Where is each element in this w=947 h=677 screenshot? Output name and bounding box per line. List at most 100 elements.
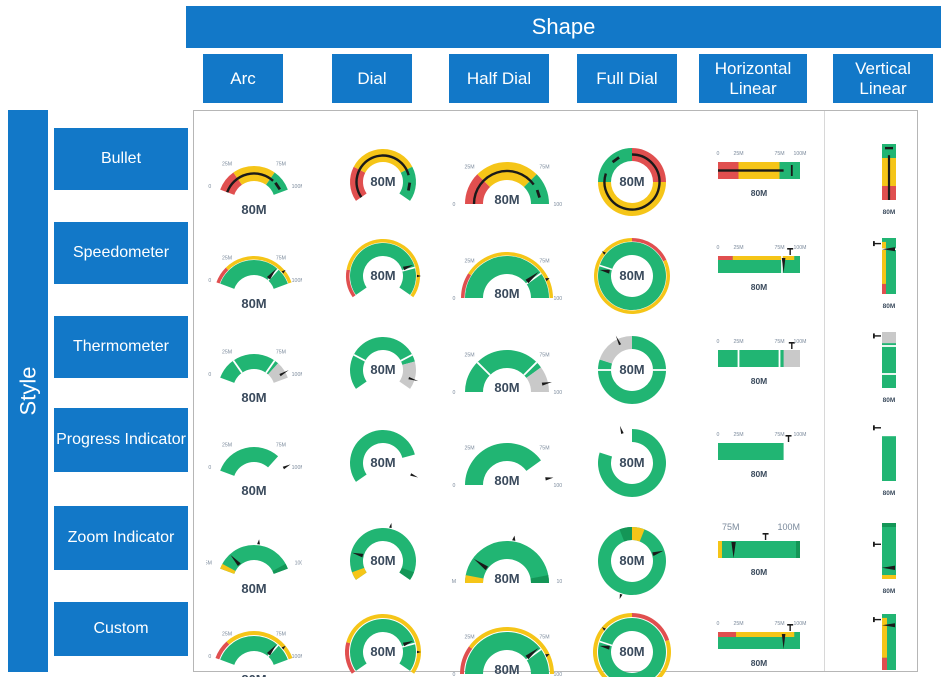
svg-text:75M: 75M bbox=[539, 353, 549, 359]
gauge-bullet-full-dial[interactable]: 80M bbox=[584, 142, 680, 222]
column-header-half-dial: Half Dial bbox=[449, 54, 549, 103]
svg-text:100M: 100M bbox=[777, 522, 800, 532]
style-row-group-header: Style bbox=[8, 110, 48, 672]
svg-text:100M: 100M bbox=[794, 151, 807, 157]
svg-text:25M: 25M bbox=[733, 151, 743, 157]
svg-text:25M: 25M bbox=[464, 165, 474, 171]
column-header-label: Full Dial bbox=[596, 68, 658, 88]
row-header-label: Zoom Indicator bbox=[67, 528, 175, 546]
row-header-label: Bullet bbox=[100, 149, 142, 167]
gauge-bullet-arc[interactable]: 0 25M 75M 100M 80M bbox=[206, 150, 302, 224]
svg-text:25M: 25M bbox=[222, 442, 232, 448]
svg-text:80M: 80M bbox=[883, 209, 896, 216]
gauge-bullet-h-linear[interactable]: 0 25M 75M 100M 80M bbox=[706, 138, 814, 210]
svg-text:80M: 80M bbox=[619, 644, 644, 659]
svg-text:80M: 80M bbox=[883, 490, 896, 497]
svg-text:80M: 80M bbox=[241, 672, 266, 677]
svg-text:0: 0 bbox=[208, 654, 211, 660]
svg-text:75M: 75M bbox=[276, 349, 286, 355]
shape-header-label: Shape bbox=[531, 13, 596, 39]
svg-text:80M: 80M bbox=[883, 588, 896, 595]
svg-text:25M: 25M bbox=[464, 446, 474, 452]
svg-text:0: 0 bbox=[208, 184, 211, 190]
column-header-label: Vertical Linear bbox=[855, 59, 911, 98]
svg-text:80M: 80M bbox=[619, 553, 644, 568]
svg-text:25M: 25M bbox=[222, 631, 232, 637]
gauge-grid: 0 25M 75M 100M 80M 80M 0 25M 75M 100M 80M 80M 0 25M 75… bbox=[193, 110, 918, 677]
gauge-progress-h-linear[interactable]: 0 25M 75M 100M 80M bbox=[706, 419, 814, 491]
gauge-speedometer-h-linear[interactable]: 0 25M 75M 100M 80M bbox=[706, 232, 814, 304]
svg-text:75M: 75M bbox=[276, 442, 286, 448]
gauge-thermometer-arc[interactable]: 0 25M 75M 100M 80M bbox=[206, 338, 302, 412]
gauge-zoom-full-dial[interactable]: 80M bbox=[584, 521, 680, 601]
gauge-progress-v-linear[interactable]: 80M bbox=[858, 419, 918, 497]
gauge-custom-v-linear[interactable]: 80M bbox=[858, 608, 918, 677]
svg-text:100M: 100M bbox=[554, 202, 562, 208]
gauge-thermometer-half-dial[interactable]: 0 25M 75M 100M 80M bbox=[452, 338, 562, 412]
svg-text:100M: 100M bbox=[794, 621, 807, 627]
column-header-vertical-linear: Vertical Linear bbox=[833, 54, 933, 103]
gauge-zoom-half-dial[interactable]: 75M 100M 80M bbox=[452, 529, 562, 603]
gauge-progress-full-dial[interactable]: 80M bbox=[584, 423, 680, 503]
style-header-label: Style bbox=[15, 366, 41, 416]
row-header-label: Progress Indicator bbox=[56, 430, 186, 448]
gauge-zoom-h-linear[interactable]: 75M 100M 80M bbox=[706, 517, 814, 589]
svg-text:80M: 80M bbox=[751, 469, 768, 479]
gauge-thermometer-dial[interactable]: 80M bbox=[335, 332, 431, 406]
gauge-custom-arc[interactable]: 0 25M 75M 100M 80M bbox=[206, 620, 302, 677]
svg-text:80M: 80M bbox=[241, 581, 266, 596]
gauge-custom-full-dial[interactable]: 80M bbox=[584, 612, 680, 677]
gauge-speedometer-half-dial[interactable]: 0 25M 75M 100M 80M bbox=[452, 244, 562, 318]
gauge-thermometer-full-dial[interactable]: 80M bbox=[584, 330, 680, 410]
gauge-progress-half-dial[interactable]: 0 25M 75M 100M 80M bbox=[452, 431, 562, 505]
svg-text:25M: 25M bbox=[222, 161, 232, 167]
gauge-bullet-dial[interactable]: 80M bbox=[335, 144, 431, 218]
column-header-label: Arc bbox=[230, 68, 256, 88]
gauge-custom-dial[interactable]: 80M bbox=[335, 614, 431, 677]
gauge-bullet-half-dial[interactable]: 0 25M 75M 100M 80M bbox=[452, 150, 562, 224]
svg-text:0: 0 bbox=[208, 465, 211, 471]
svg-text:100M: 100M bbox=[292, 654, 302, 660]
svg-text:80M: 80M bbox=[241, 390, 266, 405]
svg-text:25M: 25M bbox=[733, 432, 743, 438]
svg-text:0: 0 bbox=[453, 672, 456, 677]
svg-text:100M: 100M bbox=[292, 184, 302, 190]
row-header-thermometer: Thermometer bbox=[54, 316, 188, 378]
gauge-custom-half-dial[interactable]: 0 25M 75M 100M 80M bbox=[452, 620, 562, 677]
svg-text:80M: 80M bbox=[751, 282, 768, 292]
gauge-thermometer-h-linear[interactable]: 0 25M 75M 100M 80M bbox=[706, 326, 814, 398]
svg-text:75M: 75M bbox=[539, 165, 549, 171]
gauge-progress-arc[interactable]: 0 25M 75M 100M 80M bbox=[206, 431, 302, 505]
svg-text:100M: 100M bbox=[794, 339, 807, 345]
svg-text:100M: 100M bbox=[557, 579, 562, 585]
gauge-speedometer-arc[interactable]: 0 25M 75M 100M 80M bbox=[206, 244, 302, 318]
svg-text:100M: 100M bbox=[554, 483, 562, 489]
gauge-custom-h-linear[interactable]: 0 25M 75M 100M 80M bbox=[706, 608, 814, 677]
svg-text:75M: 75M bbox=[774, 432, 784, 438]
svg-text:75M: 75M bbox=[539, 635, 549, 641]
svg-text:100M: 100M bbox=[554, 672, 562, 677]
svg-text:80M: 80M bbox=[751, 188, 768, 198]
gauge-progress-dial[interactable]: 80M bbox=[335, 425, 431, 499]
svg-text:80M: 80M bbox=[619, 455, 644, 470]
gauge-speedometer-dial[interactable]: 80M bbox=[335, 238, 431, 312]
svg-text:75M: 75M bbox=[276, 161, 286, 167]
row-header-progress-indicator: Progress Indicator bbox=[54, 408, 188, 472]
row-header-label: Custom bbox=[93, 619, 149, 637]
gauge-zoom-arc[interactable]: 75M 100M 80M bbox=[206, 529, 302, 603]
column-header-arc: Arc bbox=[203, 54, 283, 103]
svg-text:80M: 80M bbox=[751, 376, 768, 386]
gauge-bullet-v-linear[interactable]: 80M bbox=[858, 138, 918, 216]
gauge-matrix-page: Shape Arc Dial Half Dial Full Dial Horizonta… bbox=[0, 0, 947, 677]
gauge-zoom-v-linear[interactable]: 80M bbox=[858, 517, 918, 595]
svg-text:80M: 80M bbox=[370, 644, 395, 659]
svg-text:0: 0 bbox=[208, 372, 211, 378]
svg-text:75M: 75M bbox=[774, 339, 784, 345]
svg-text:0: 0 bbox=[453, 202, 456, 208]
gauge-speedometer-full-dial[interactable]: 80M bbox=[584, 236, 680, 316]
gauge-zoom-dial[interactable]: 80M bbox=[335, 523, 431, 597]
gauge-speedometer-v-linear[interactable]: 80M bbox=[858, 232, 918, 310]
gauge-thermometer-v-linear[interactable]: 80M bbox=[858, 326, 918, 404]
svg-text:75M: 75M bbox=[452, 579, 456, 585]
column-header-label: Dial bbox=[357, 68, 387, 88]
